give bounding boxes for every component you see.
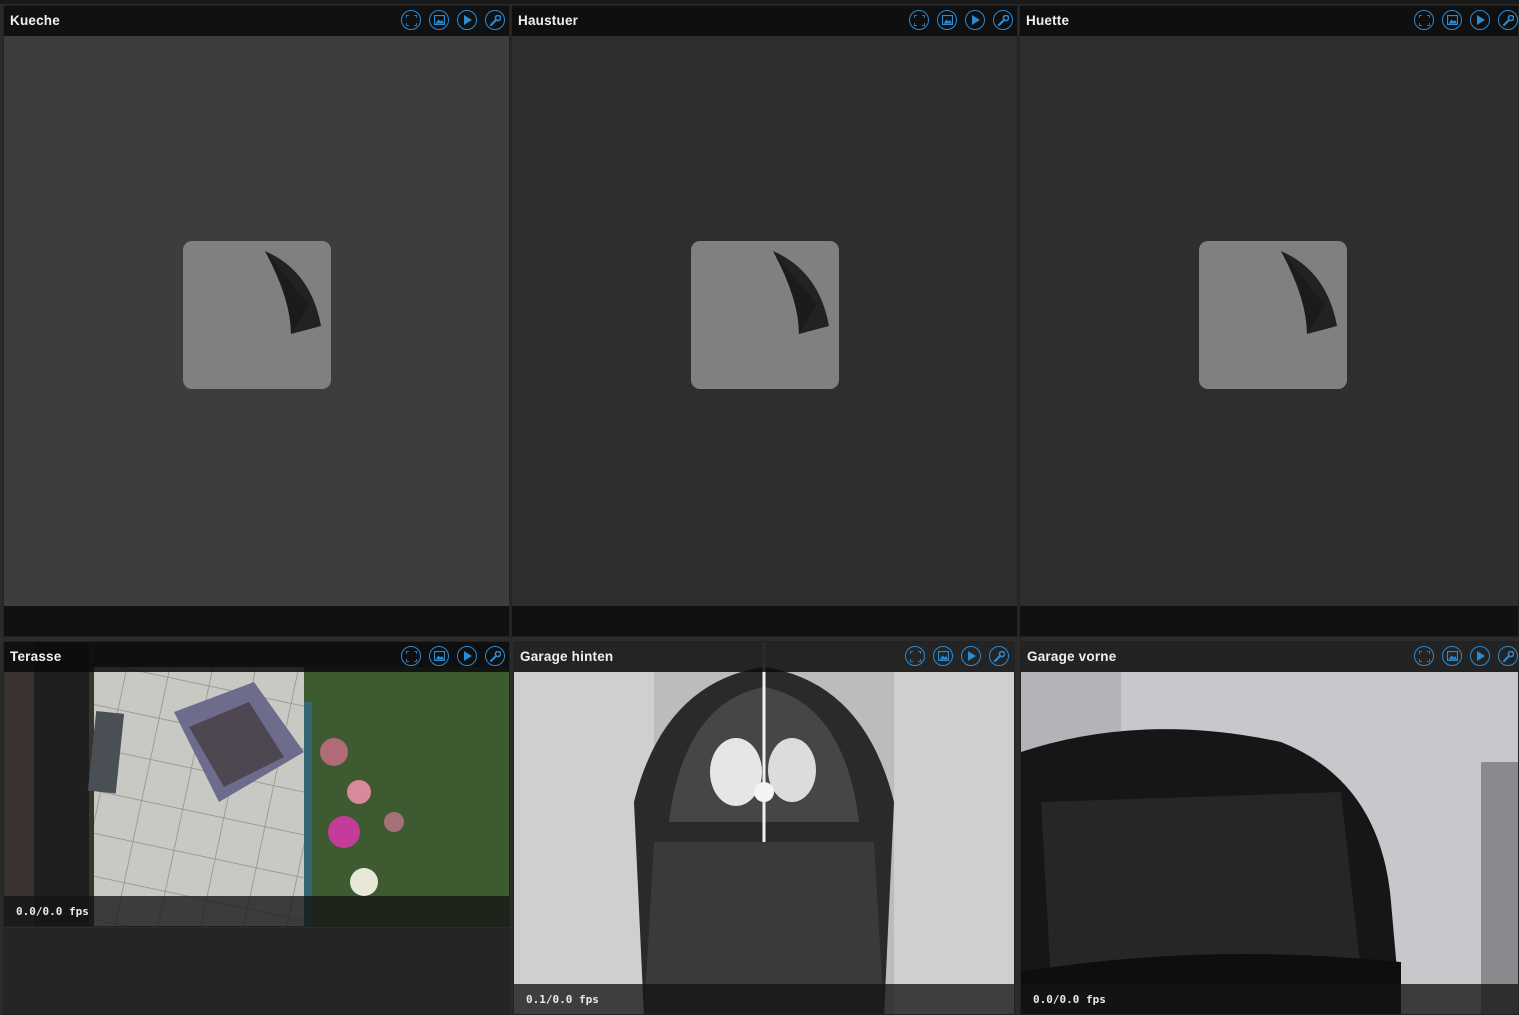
camera-panel-garage-hinten[interactable]: Garage hinten 0.1/0.0 fps bbox=[513, 641, 1015, 1015]
fullscreen-icon[interactable] bbox=[905, 646, 925, 666]
camera-title: Haustuer bbox=[518, 13, 579, 28]
fps-readout: 0.0/0.0 fps bbox=[16, 905, 89, 918]
fps-bar: 0.0/0.0 fps bbox=[1021, 984, 1518, 1014]
settings-wrench-icon[interactable] bbox=[993, 10, 1013, 30]
snapshot-icon[interactable] bbox=[1442, 10, 1462, 30]
camera-panel-haustuer[interactable]: Haustuer bbox=[511, 5, 1018, 637]
camera-toolbar bbox=[1414, 10, 1518, 30]
camera-header: Huette bbox=[1020, 6, 1518, 36]
snapshot-icon[interactable] bbox=[429, 10, 449, 30]
no-signal-placeholder bbox=[1199, 240, 1347, 389]
camera-panel-garage-vorne[interactable]: Garage vorne 0.0/0.0 fps bbox=[1020, 641, 1519, 1015]
snapshot-icon[interactable] bbox=[429, 646, 449, 666]
no-signal-placeholder bbox=[182, 240, 331, 389]
fps-bar: 0.1/0.0 fps bbox=[514, 984, 1014, 1014]
camera-panel-huette[interactable]: Huette bbox=[1019, 5, 1519, 637]
snapshot-icon[interactable] bbox=[933, 646, 953, 666]
camera-title: Huette bbox=[1026, 13, 1070, 28]
no-signal-placeholder bbox=[690, 240, 839, 389]
play-icon[interactable] bbox=[457, 10, 477, 30]
play-icon[interactable] bbox=[1470, 10, 1490, 30]
snapshot-icon[interactable] bbox=[937, 10, 957, 30]
camera-footer bbox=[1020, 606, 1518, 636]
fullscreen-icon[interactable] bbox=[1414, 10, 1434, 30]
garage-vorne-snapshot bbox=[1021, 642, 1518, 1014]
camera-header: Garage hinten bbox=[514, 642, 1014, 672]
settings-wrench-icon[interactable] bbox=[1498, 10, 1518, 30]
camera-header: Garage vorne bbox=[1021, 642, 1518, 672]
camera-footer bbox=[4, 606, 509, 636]
fullscreen-icon[interactable] bbox=[909, 10, 929, 30]
camera-title: Kueche bbox=[10, 13, 60, 28]
fullscreen-icon[interactable] bbox=[401, 646, 421, 666]
camera-toolbar bbox=[401, 646, 505, 666]
settings-wrench-icon[interactable] bbox=[485, 10, 505, 30]
camera-toolbar bbox=[1414, 646, 1518, 666]
empty-grid-area bbox=[3, 928, 510, 1015]
camera-header: Terasse bbox=[4, 642, 509, 672]
camera-toolbar bbox=[401, 10, 505, 30]
fps-bar: 0.0/0.0 fps bbox=[4, 896, 509, 926]
fullscreen-icon[interactable] bbox=[1414, 646, 1434, 666]
play-icon[interactable] bbox=[965, 10, 985, 30]
camera-feed[interactable] bbox=[514, 642, 1014, 1014]
camera-panel-terasse[interactable]: Terasse 0.0/0.0 fps bbox=[3, 641, 510, 927]
garage-hinten-snapshot bbox=[514, 642, 1014, 1014]
fps-readout: 0.1/0.0 fps bbox=[526, 993, 599, 1006]
settings-wrench-icon[interactable] bbox=[1498, 646, 1518, 666]
camera-header: Haustuer bbox=[512, 6, 1017, 36]
camera-title: Garage hinten bbox=[520, 649, 614, 664]
camera-title: Garage vorne bbox=[1027, 649, 1117, 664]
snapshot-icon[interactable] bbox=[1442, 646, 1462, 666]
camera-title: Terasse bbox=[10, 649, 62, 664]
play-icon[interactable] bbox=[961, 646, 981, 666]
camera-panel-kueche[interactable]: Kueche bbox=[3, 5, 510, 637]
play-icon[interactable] bbox=[457, 646, 477, 666]
play-icon[interactable] bbox=[1470, 646, 1490, 666]
camera-header: Kueche bbox=[4, 6, 509, 36]
camera-feed[interactable] bbox=[4, 642, 509, 926]
terasse-snapshot bbox=[4, 642, 509, 926]
fps-readout: 0.0/0.0 fps bbox=[1033, 993, 1106, 1006]
camera-footer bbox=[512, 606, 1017, 636]
camera-toolbar bbox=[905, 646, 1009, 666]
top-bar bbox=[0, 0, 1519, 4]
fullscreen-icon[interactable] bbox=[401, 10, 421, 30]
camera-feed[interactable] bbox=[1021, 642, 1518, 1014]
camera-toolbar bbox=[909, 10, 1013, 30]
settings-wrench-icon[interactable] bbox=[485, 646, 505, 666]
settings-wrench-icon[interactable] bbox=[989, 646, 1009, 666]
